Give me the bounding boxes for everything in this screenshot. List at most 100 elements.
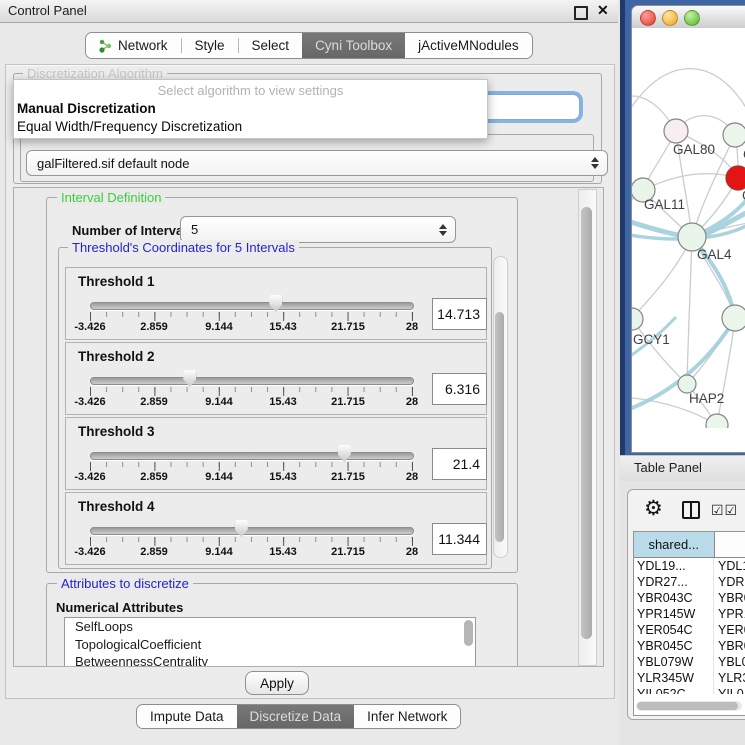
tab-discretize-data[interactable]: Discretize Data	[237, 705, 355, 728]
tick-label: 15.43	[269, 396, 297, 408]
thresholds-group: Threshold's Coordinates for 5 Intervals …	[58, 247, 492, 569]
threshold-3-value-field[interactable]: 21.4	[432, 448, 487, 480]
node-label: GAL4	[697, 247, 732, 262]
network-canvas[interactable]: GAL80 GA GAL11 C GAL4 GCY1 H HAP2	[632, 28, 745, 428]
table-row[interactable]: YPR145WYPR1	[634, 606, 745, 622]
combo-spinner-icon	[439, 224, 447, 236]
tick-label: 15.43	[269, 546, 297, 558]
tab-cyni-toolbox[interactable]: Cyni Toolbox	[302, 33, 405, 58]
table-row[interactable]: YBL079WYBL0	[634, 654, 745, 670]
app-root: Control Panel ✕ Network Style Select Cyn…	[0, 0, 745, 745]
minimize-traffic-light-icon[interactable]	[662, 10, 678, 26]
tick-label: 21.715	[331, 321, 365, 333]
table-row[interactable]: YIL052CYIL0	[634, 686, 745, 694]
tab-discretize-label: Discretize Data	[250, 709, 342, 724]
interval-definition-title: Interval Definition	[57, 190, 165, 205]
threshold-2-box: Threshold 2 -3.426 2.859 9.144 15.43 21.…	[65, 342, 487, 415]
cell: YBR043C	[634, 590, 714, 606]
tab-style[interactable]: Style	[182, 33, 238, 58]
cell: YBL079W	[634, 654, 714, 670]
control-panel-titlebar	[0, 0, 618, 23]
node-cut-top-right[interactable]	[723, 123, 745, 147]
tab-select[interactable]: Select	[239, 33, 303, 58]
tab-style-label: Style	[195, 38, 225, 53]
threshold-3-slider[interactable]	[90, 452, 414, 460]
cell: YIL0	[714, 686, 744, 694]
numerical-attributes-label: Numerical Attributes	[56, 600, 183, 615]
popup-option-manual-discretization[interactable]: Manual Discretization	[17, 101, 156, 116]
threshold-1-label: Threshold 1	[78, 274, 155, 289]
column-header-shared-name[interactable]: shared...	[634, 532, 715, 557]
threshold-1-box: Threshold 1 -3.426 2.859 9.144 15.43 21.…	[65, 267, 487, 340]
cell: YDL1	[714, 558, 745, 574]
number-of-intervals-combobox[interactable]: 5	[180, 216, 456, 243]
threshold-4-slider[interactable]	[90, 527, 414, 535]
gear-icon[interactable]: ⚙	[644, 496, 663, 521]
list-item-selfloops[interactable]: SelfLoops	[65, 618, 475, 636]
attributes-group-title: Attributes to discretize	[57, 576, 193, 591]
table-row[interactable]: YLR345WYLR3	[634, 670, 745, 686]
bottom-tabbar: Impute Data Discretize Data Infer Networ…	[136, 704, 461, 729]
table-row[interactable]: YER054CYER0	[634, 622, 745, 638]
checkbox-pair-icon[interactable]: ☑☑	[711, 502, 738, 519]
list-item-betweennesscentrality[interactable]: BetweennessCentrality	[65, 653, 475, 667]
tick-label: 28	[406, 546, 418, 558]
table-horizontal-scrollbar-thumb[interactable]	[637, 702, 738, 710]
cell: YPR145W	[634, 606, 714, 622]
list-item-topologicalcoefficient[interactable]: TopologicalCoefficient	[65, 636, 475, 654]
threshold-2-value-field[interactable]: 6.316	[432, 373, 487, 405]
table-row[interactable]: YDR27...YDR2	[634, 574, 745, 590]
tick-label: -3.426	[74, 321, 105, 333]
node-gcy1[interactable]	[632, 308, 643, 330]
tick-marks	[90, 537, 413, 546]
cell: YER054C	[634, 622, 714, 638]
thresholds-group-title: Threshold's Coordinates for 5 Intervals	[68, 240, 299, 255]
network-window: GAL80 GA GAL11 C GAL4 GCY1 H HAP2	[631, 5, 745, 453]
table-rows: YDL19...YDL1 YDR27...YDR2 YBR043CYBR0 YP…	[634, 558, 745, 694]
numerical-attributes-list: SelfLoops TopologicalCoefficient Between…	[64, 617, 476, 667]
column-layout-icon[interactable]	[682, 501, 700, 519]
table-data-combobox[interactable]: galFiltered.sif default node	[26, 150, 608, 176]
column-header-name[interactable]: na	[715, 532, 745, 557]
popup-option-equal-width-frequency[interactable]: Equal Width/Frequency Discretization	[17, 119, 242, 134]
cell: YIL052C	[634, 686, 714, 694]
thresholds-scrollbar[interactable]	[493, 256, 508, 558]
settings-scrollbar[interactable]	[578, 189, 597, 666]
float-window-icon[interactable]	[574, 6, 588, 20]
node-selected-red[interactable]	[726, 166, 745, 190]
node-table: shared... na YDL19...YDL1 YDR27...YDR2 Y…	[633, 531, 745, 716]
close-icon[interactable]: ✕	[597, 2, 609, 19]
tick-label: 15.43	[269, 471, 297, 483]
table-row[interactable]: YBR043CYBR0	[634, 590, 745, 606]
threshold-2-label: Threshold 2	[78, 349, 155, 364]
settings-scrollbar-thumb[interactable]	[581, 207, 592, 639]
zoom-traffic-light-icon[interactable]	[684, 10, 700, 26]
tab-infer-network[interactable]: Infer Network	[354, 705, 460, 728]
table-row[interactable]: YBR045CYBR0	[634, 638, 745, 654]
attributes-scrollbar-thumb[interactable]	[464, 620, 473, 646]
threshold-1-value-field[interactable]: 14.713	[432, 298, 487, 330]
tick-label: 2.859	[140, 321, 168, 333]
node-gal80[interactable]	[664, 119, 688, 143]
threshold-4-value-field[interactable]: 11.344	[432, 523, 487, 555]
tick-label: 9.144	[205, 396, 233, 408]
table-row[interactable]: YDL19...YDL1	[634, 558, 745, 574]
tab-select-label: Select	[252, 38, 290, 53]
tab-network[interactable]: Network	[86, 33, 181, 58]
top-tabbar: Network Style Select Cyni Toolbox jActiv…	[85, 32, 533, 59]
table-horizontal-scrollbar[interactable]	[636, 701, 742, 711]
tick-label: 9.144	[205, 471, 233, 483]
node-h[interactable]	[722, 305, 745, 331]
tab-jactivemnodules[interactable]: jActiveMNodules	[405, 33, 532, 58]
close-traffic-light-icon[interactable]	[640, 10, 656, 26]
node-cut-bottom[interactable]	[706, 414, 728, 428]
threshold-2-slider[interactable]	[90, 377, 414, 385]
thresholds-scrollbar-thumb[interactable]	[495, 312, 504, 542]
threshold-1-slider[interactable]	[90, 302, 414, 310]
network-graph: GAL80 GA GAL11 C GAL4 GCY1 H HAP2	[632, 28, 745, 428]
tab-impute-data[interactable]: Impute Data	[137, 705, 237, 728]
apply-button[interactable]: Apply	[245, 671, 309, 695]
panel-title: Control Panel	[8, 3, 87, 18]
tick-label: -3.426	[74, 396, 105, 408]
tab-cyni-label: Cyni Toolbox	[315, 38, 392, 53]
